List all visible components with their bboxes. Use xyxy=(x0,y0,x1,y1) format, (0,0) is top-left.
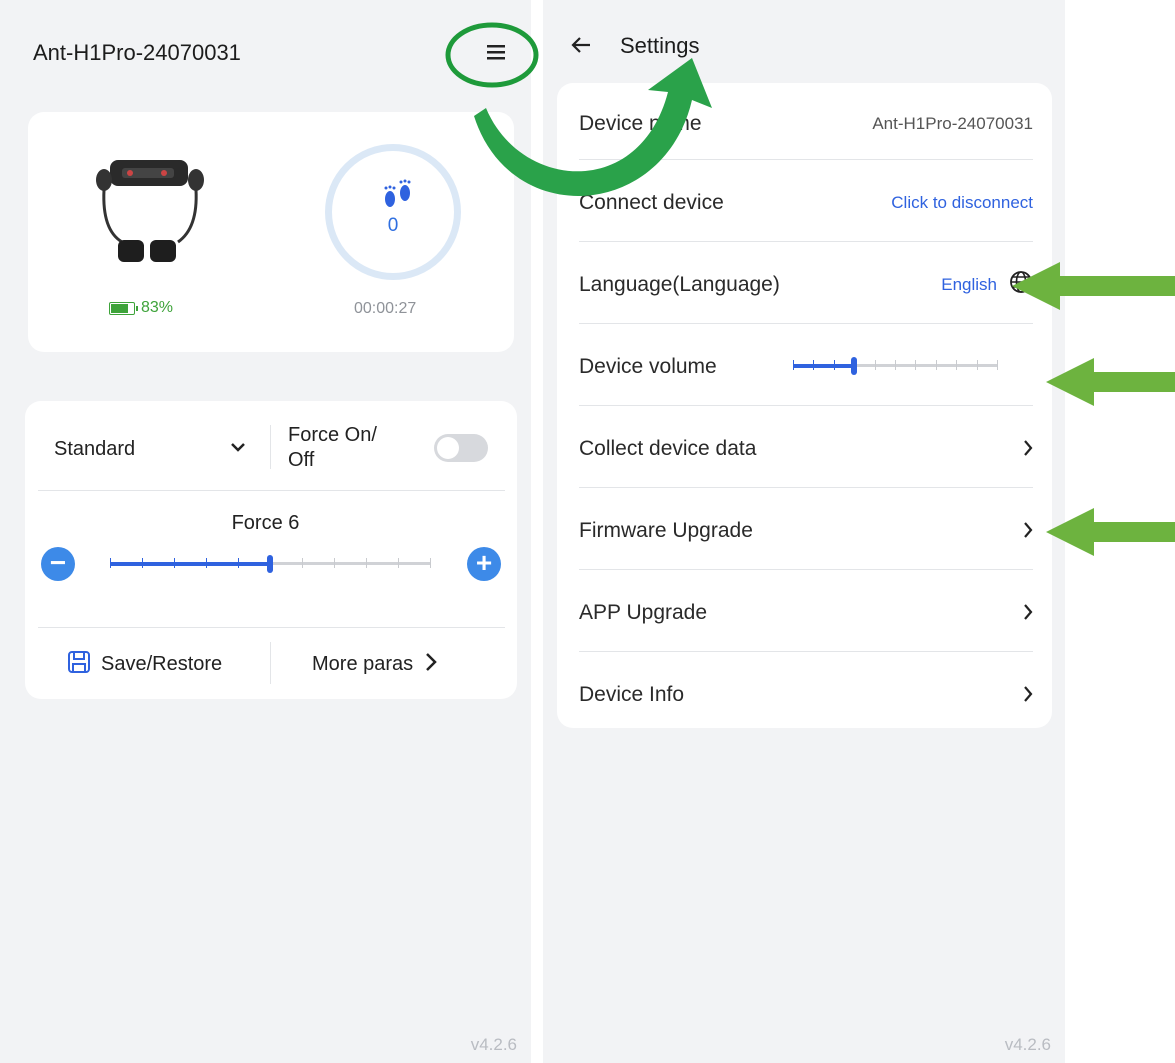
row-label: APP Upgrade xyxy=(579,600,708,624)
chevron-right-icon xyxy=(1023,515,1033,546)
device-name-title: Ant-H1Pro-24070031 xyxy=(33,40,241,65)
force-label: Force 6 xyxy=(231,512,300,534)
save-icon xyxy=(67,650,91,679)
device-info-row[interactable]: Device Info xyxy=(579,654,1033,735)
slider-tick xyxy=(997,360,998,370)
slider-tick xyxy=(793,360,794,370)
green-arrow-volume xyxy=(1046,358,1175,406)
device-name-row: Device name Ant-H1Pro-24070031 xyxy=(579,83,1033,164)
slider-tick xyxy=(936,360,937,370)
slider-tick xyxy=(174,558,175,568)
chevron-right-icon xyxy=(1023,597,1033,628)
divider xyxy=(579,651,1033,652)
slider-tick xyxy=(430,558,431,568)
slider-tick xyxy=(398,558,399,568)
row-label: Firmware Upgrade xyxy=(579,518,753,542)
slider-tick xyxy=(366,558,367,568)
divider xyxy=(38,490,505,491)
chevron-right-icon xyxy=(1023,679,1033,710)
device-name-value: Ant-H1Pro-24070031 xyxy=(872,113,1033,133)
slider-thumb[interactable] xyxy=(851,357,857,375)
footer-divider xyxy=(270,642,271,684)
slider-tick xyxy=(813,360,814,370)
app-version: v4.2.6 xyxy=(1004,1035,1051,1054)
row-label: Device volume xyxy=(579,354,717,378)
language-value: English xyxy=(941,274,997,294)
slider-tick xyxy=(895,360,896,370)
footprints-icon xyxy=(380,179,414,218)
app-upgrade-row[interactable]: APP Upgrade xyxy=(579,572,1033,653)
save-restore-label: Save/Restore xyxy=(101,652,223,675)
slider-tick xyxy=(956,360,957,370)
step-counter-ring: 0 xyxy=(325,144,461,280)
decrease-force-button[interactable]: − xyxy=(41,547,75,581)
mode-dropdown[interactable]: Standard xyxy=(54,434,246,464)
slider-fill xyxy=(793,364,854,368)
slider-tick xyxy=(142,558,143,568)
language-selector[interactable]: English xyxy=(941,270,1033,299)
session-timer: 00:00:27 xyxy=(354,300,417,317)
connect-device-row: Connect device Click to disconnect xyxy=(579,162,1033,243)
row-label: Device Info xyxy=(579,682,685,706)
back-arrow-icon[interactable] xyxy=(570,35,592,60)
force-toggle[interactable] xyxy=(434,434,488,462)
slider-tick xyxy=(238,558,239,568)
row-label: Connect device xyxy=(579,190,724,214)
disconnect-link[interactable]: Click to disconnect xyxy=(891,193,1033,213)
divider xyxy=(579,241,1033,242)
settings-screen: Settings Device name Ant-H1Pro-24070031 … xyxy=(543,0,1065,1063)
battery-percent: 83% xyxy=(141,299,174,316)
header-divider xyxy=(270,425,271,469)
language-row[interactable]: Language(Language) English xyxy=(579,244,1033,325)
divider xyxy=(579,569,1033,570)
device-image xyxy=(92,150,212,270)
volume-slider[interactable] xyxy=(793,356,998,376)
chevron-right-icon xyxy=(425,652,437,677)
save-restore-button[interactable]: Save/Restore xyxy=(67,650,222,678)
home-screen: Ant-H1Pro-24070031 83% 0 00:00:27 Standa… xyxy=(0,0,531,1063)
divider xyxy=(579,323,1033,324)
row-label: Language(Language) xyxy=(579,272,780,296)
collect-device-data-row[interactable]: Collect device data xyxy=(579,408,1033,489)
slider-tick xyxy=(334,558,335,568)
slider-thumb[interactable] xyxy=(267,555,273,573)
battery-icon xyxy=(109,301,138,315)
app-version: v4.2.6 xyxy=(470,1035,517,1054)
divider xyxy=(579,159,1033,160)
chevron-down-icon xyxy=(230,440,246,458)
more-paras-label: More paras xyxy=(312,652,414,675)
row-label: Device name xyxy=(579,111,702,135)
slider-tick xyxy=(302,558,303,568)
divider xyxy=(579,405,1033,406)
mode-value: Standard xyxy=(54,437,136,460)
hamburger-menu-icon[interactable] xyxy=(485,43,509,63)
step-count: 0 xyxy=(387,215,399,236)
battery-indicator: 83% xyxy=(109,299,173,317)
slider-tick xyxy=(206,558,207,568)
slider-tick xyxy=(834,360,835,370)
chevron-right-icon xyxy=(1023,433,1033,464)
force-toggle-label: Force On/ Off xyxy=(288,424,377,471)
green-arrow-firmware xyxy=(1046,508,1175,556)
row-label: Collect device data xyxy=(579,436,757,460)
slider-tick xyxy=(977,360,978,370)
settings-card: Device name Ant-H1Pro-24070031 Connect d… xyxy=(557,83,1052,728)
increase-force-button[interactable]: + xyxy=(467,547,501,581)
slider-tick xyxy=(915,360,916,370)
slider-tick xyxy=(110,558,111,568)
force-slider[interactable] xyxy=(110,554,431,574)
globe-icon xyxy=(1009,270,1033,299)
more-paras-button[interactable]: More paras xyxy=(312,650,437,678)
slider-fill xyxy=(110,562,270,566)
divider xyxy=(579,487,1033,488)
slider-tick xyxy=(875,360,876,370)
divider xyxy=(38,627,505,628)
firmware-upgrade-row[interactable]: Firmware Upgrade xyxy=(579,490,1033,571)
settings-title: Settings xyxy=(620,33,700,58)
